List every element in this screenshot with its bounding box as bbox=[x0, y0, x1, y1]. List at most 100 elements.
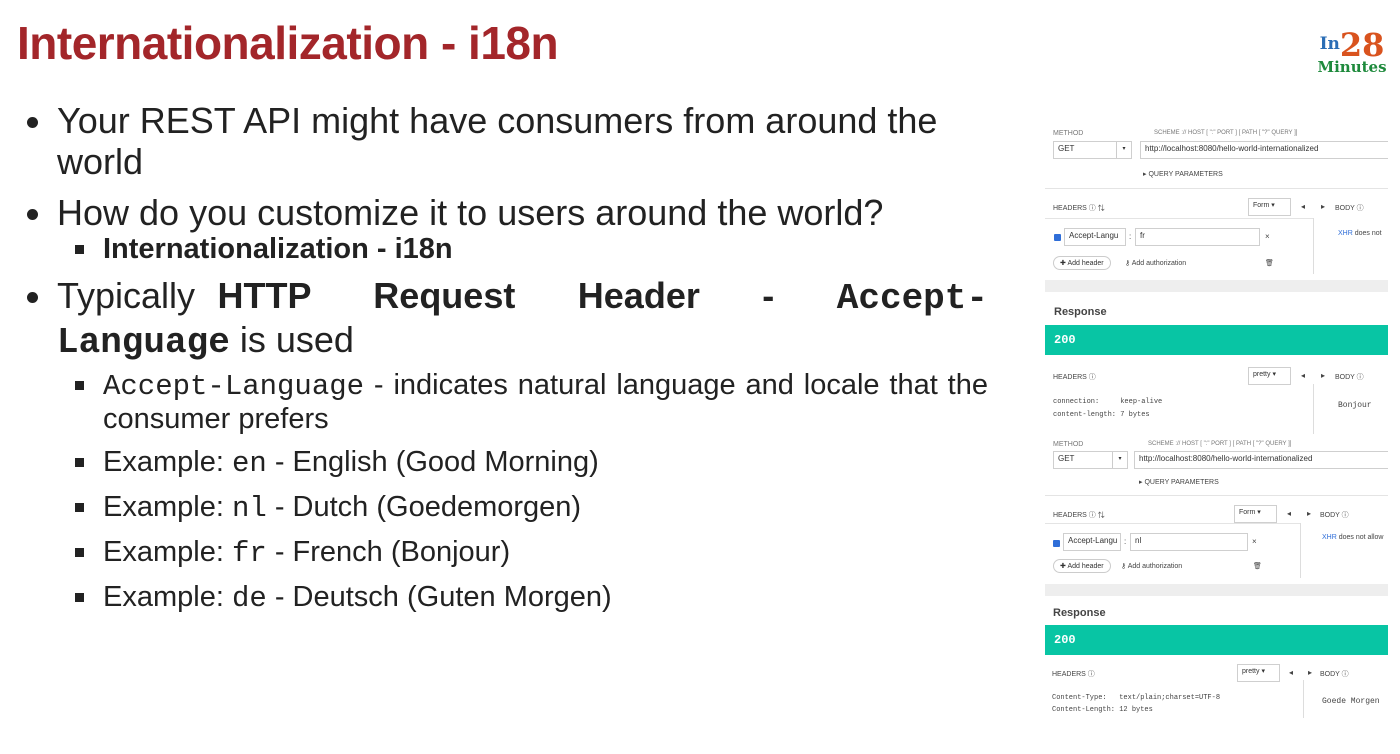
add-auth-label: Add authorization bbox=[1127, 563, 1183, 570]
bullet-customize: How do you customize it to users around … bbox=[22, 192, 988, 233]
form-label: Form bbox=[1253, 202, 1270, 209]
close-icon[interactable]: × bbox=[1252, 537, 1257, 546]
example-pre: Example: bbox=[103, 491, 232, 523]
form-label: Form bbox=[1239, 509, 1256, 516]
xhr-link[interactable]: XHR bbox=[1338, 230, 1353, 237]
response-body-2: Goede Morgen bbox=[1322, 697, 1380, 706]
header-value-input-2[interactable]: nl bbox=[1130, 533, 1248, 551]
expand-right-icon[interactable]: ▸ bbox=[1307, 509, 1311, 518]
example-en: Example: en - English (Good Morning) bbox=[22, 446, 988, 480]
sub-bullet-i18n: Internationalization - i18n bbox=[22, 233, 988, 265]
headers-text: HEADERS bbox=[1053, 512, 1087, 519]
add-authorization-link-1[interactable]: ⚷ Add authorization bbox=[1125, 259, 1186, 267]
example-code: fr bbox=[231, 537, 267, 570]
pretty-dropdown-1[interactable]: pretty ▾ bbox=[1248, 367, 1291, 385]
method-value: GET bbox=[1058, 454, 1075, 463]
header-key: content-length: bbox=[1053, 411, 1117, 419]
status-code: 200 bbox=[1054, 333, 1076, 347]
trash-icon[interactable]: 🗑 bbox=[1265, 259, 1274, 267]
in28minutes-logo: In28 Minutes bbox=[1314, 26, 1390, 82]
key-icon: ⚷ bbox=[1121, 563, 1127, 570]
resp-body-label-2: BODY ⓘ bbox=[1320, 671, 1349, 678]
header-name-input-1[interactable]: Accept-Langu bbox=[1064, 228, 1126, 246]
expand-right-icon[interactable]: ▸ bbox=[1321, 371, 1325, 380]
headers-text: HEADERS bbox=[1053, 205, 1087, 212]
response-label-1: Response bbox=[1054, 306, 1107, 318]
add-auth-label: Add authorization bbox=[1131, 260, 1187, 267]
divider bbox=[1045, 218, 1313, 219]
headers-text: HEADERS bbox=[1052, 671, 1086, 678]
header-checkbox-2[interactable] bbox=[1053, 540, 1060, 547]
resp-header-content-type: Content-Type: text/plain;charset=UTF-8 bbox=[1052, 694, 1220, 702]
xhr-note-2: XHR does not allow bbox=[1322, 534, 1384, 541]
example-code: en bbox=[231, 447, 267, 480]
logo-minutes: Minutes bbox=[1317, 58, 1387, 76]
xhr-link[interactable]: XHR bbox=[1322, 534, 1337, 541]
resp-header-connection: connection: keep-alive bbox=[1053, 398, 1162, 406]
expand-right-icon[interactable]: ▸ bbox=[1321, 202, 1325, 211]
pretty-dropdown-2[interactable]: pretty ▾ bbox=[1237, 664, 1280, 682]
method-select[interactable]: GET ▾ bbox=[1053, 141, 1132, 159]
header-name-input-2[interactable]: Accept-Langu bbox=[1063, 533, 1121, 551]
add-header-label: Add header bbox=[1067, 563, 1104, 570]
chevron-down-icon: ▾ bbox=[1112, 452, 1127, 468]
plus-icon: ✚ bbox=[1060, 563, 1066, 570]
header-value-input-1[interactable]: fr bbox=[1135, 228, 1260, 246]
resp-headers-label-1: HEADERS ⓘ bbox=[1053, 374, 1096, 381]
divider bbox=[1045, 523, 1300, 524]
response-body-1: Bonjour bbox=[1338, 401, 1372, 410]
colon: : bbox=[1129, 232, 1132, 241]
logo-in: In bbox=[1319, 34, 1340, 54]
url-input[interactable]: http://localhost:8080/hello-world-intern… bbox=[1140, 141, 1388, 159]
method-select-2[interactable]: GET ▾ bbox=[1053, 451, 1128, 469]
expand-right-icon[interactable]: ▸ bbox=[1308, 668, 1312, 677]
bullet-accept-language: Typically HTTP Request Header - Accept-L… bbox=[22, 275, 988, 363]
query-parameters-toggle-2[interactable]: ▸ QUERY PARAMETERS bbox=[1139, 478, 1219, 486]
separator-band bbox=[1045, 584, 1388, 596]
rest-client-screenshot: METHOD SCHEME :// HOST [ ":" PORT ] [ PA… bbox=[1045, 118, 1388, 718]
url-input-2[interactable]: http://localhost:8080/hello-world-intern… bbox=[1134, 451, 1388, 469]
divider bbox=[1313, 384, 1314, 434]
add-header-button-2[interactable]: ✚ Add header bbox=[1053, 559, 1111, 573]
resp-headers-label-2: HEADERS ⓘ bbox=[1052, 671, 1095, 678]
body-text: BODY bbox=[1320, 512, 1340, 519]
form-dropdown-2[interactable]: Form ▾ bbox=[1234, 505, 1277, 523]
collapse-left-icon[interactable]: ◂ bbox=[1301, 202, 1305, 211]
example-fr: Example: fr - French (Bonjour) bbox=[22, 536, 988, 570]
add-header-button-1[interactable]: ✚ Add header bbox=[1053, 256, 1111, 270]
example-post: - Dutch (Goedemorgen) bbox=[266, 491, 582, 523]
xhr-text: does not bbox=[1354, 230, 1382, 237]
slide-title: Internationalization - i18n bbox=[17, 17, 559, 69]
chevron-down-icon: ▾ bbox=[1116, 142, 1131, 158]
status-bar-1: 200 bbox=[1045, 325, 1388, 355]
collapse-left-icon[interactable]: ◂ bbox=[1301, 371, 1305, 380]
example-pre: Example: bbox=[103, 446, 232, 478]
header-key: Content-Type: bbox=[1052, 694, 1107, 702]
header-value: text/plain;charset=UTF-8 bbox=[1119, 694, 1221, 702]
divider bbox=[1045, 188, 1388, 189]
form-dropdown-1[interactable]: Form ▾ bbox=[1248, 198, 1291, 216]
body-text: BODY bbox=[1335, 374, 1355, 381]
headers-label-2: HEADERS ⓘ ⇅ bbox=[1053, 512, 1105, 519]
divider bbox=[1303, 680, 1304, 718]
example-pre: Example: bbox=[103, 581, 232, 613]
bullet-consumers: Your REST API might have consumers from … bbox=[22, 100, 988, 182]
response-label-2: Response bbox=[1053, 607, 1106, 619]
trash-icon[interactable]: 🗑 bbox=[1253, 562, 1262, 570]
resp-header-content-length-2: Content-Length: 12 bytes bbox=[1052, 706, 1153, 714]
example-post: - English (Good Morning) bbox=[266, 446, 599, 478]
example-post: - Deutsch (Guten Morgen) bbox=[266, 581, 612, 613]
collapse-left-icon[interactable]: ◂ bbox=[1289, 668, 1293, 677]
query-parameters-toggle[interactable]: ▸ QUERY PARAMETERS bbox=[1143, 170, 1223, 178]
scheme-label-2: SCHEME :// HOST [ ":" PORT ] [ PATH [ "?… bbox=[1148, 441, 1292, 447]
header-checkbox-1[interactable] bbox=[1054, 234, 1061, 241]
example-post: - French (Bonjour) bbox=[266, 536, 511, 568]
xhr-text: does not allow bbox=[1338, 534, 1384, 541]
resp-body-label-1: BODY ⓘ bbox=[1335, 374, 1364, 381]
collapse-left-icon[interactable]: ◂ bbox=[1287, 509, 1291, 518]
add-authorization-link-2[interactable]: ⚷ Add authorization bbox=[1121, 562, 1182, 570]
close-icon[interactable]: × bbox=[1265, 232, 1270, 241]
divider bbox=[1313, 218, 1314, 274]
add-header-label: Add header bbox=[1067, 260, 1104, 267]
body-text: BODY bbox=[1335, 205, 1355, 212]
